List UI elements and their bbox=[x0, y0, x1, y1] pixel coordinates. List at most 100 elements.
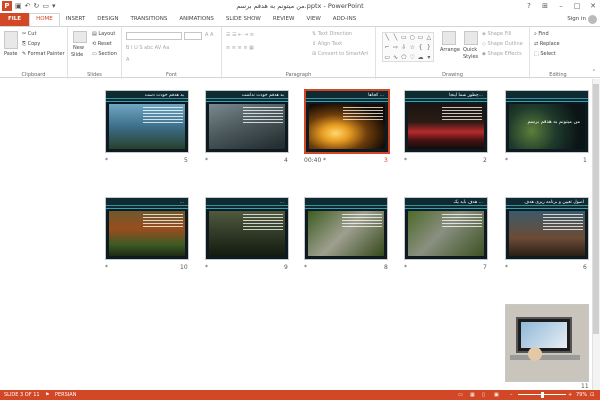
shapes-gallery[interactable]: ╲ ╲ ▭ ○ ▭ △ ⌐ ⇨ ⇩ ☆{} ▭ ∿ ⬠ ♡ ☁ ▾ bbox=[382, 32, 434, 62]
curve-shape-icon[interactable]: ∿ bbox=[391, 53, 399, 63]
more-shapes-icon[interactable]: ▾ bbox=[425, 53, 433, 63]
select-button[interactable]: ⬚ Select bbox=[534, 51, 556, 58]
new-slide-button-label[interactable]: Slide bbox=[71, 52, 83, 59]
grow-font-icon[interactable]: A A bbox=[205, 32, 213, 39]
zoom-slider-knob[interactable] bbox=[541, 392, 544, 398]
slide-thumbnail-8[interactable] bbox=[304, 197, 388, 260]
copy-button[interactable]: ⎘ Copy bbox=[22, 41, 40, 48]
alignment-icons[interactable]: ≡ ≡ ≡ ≡ ▦ bbox=[226, 45, 254, 52]
rectangle-shape-icon[interactable]: ▭ bbox=[383, 53, 391, 63]
sign-in-link[interactable]: Sign in bbox=[567, 13, 586, 26]
language-indicator[interactable]: PERSIAN bbox=[55, 390, 76, 400]
slide-thumbnail-1[interactable]: من میتونم به هدفم برسم bbox=[505, 90, 589, 153]
arrange-icon[interactable] bbox=[442, 31, 456, 45]
close-button[interactable]: ✕ bbox=[588, 0, 598, 12]
transition-icon[interactable]: * bbox=[404, 264, 407, 271]
tab-view[interactable]: VIEW bbox=[300, 13, 326, 26]
transition-icon[interactable]: * bbox=[205, 264, 208, 271]
format-painter-button[interactable]: ✎ Format Painter bbox=[22, 51, 65, 58]
ribbon-display-options-button[interactable]: ⊞ bbox=[540, 0, 550, 12]
help-button[interactable]: ? bbox=[524, 0, 534, 12]
font-color-icon[interactable]: A bbox=[126, 57, 129, 64]
slide-show-view-icon[interactable]: ▣ bbox=[494, 390, 499, 400]
minimize-button[interactable]: – bbox=[556, 0, 566, 12]
bullets-icon[interactable]: ☰ ☰ ⇤ ⇥ ≡ bbox=[226, 32, 254, 39]
arrow-shape-icon[interactable]: ⇩ bbox=[400, 43, 408, 53]
tab-insert[interactable]: INSERT bbox=[60, 13, 91, 26]
font-style-buttons[interactable]: B I U S abc AV Aa bbox=[126, 45, 169, 52]
line-shape-icon[interactable]: ╲ bbox=[383, 33, 391, 43]
slide-thumbnail-6[interactable]: اصول تعیین و برنامه ریزی هدف bbox=[505, 197, 589, 260]
collapse-ribbon-icon[interactable]: ⌃ bbox=[592, 69, 596, 76]
tab-home[interactable]: HOME bbox=[29, 13, 60, 26]
paste-icon[interactable] bbox=[4, 31, 18, 49]
transition-icon[interactable]: * bbox=[505, 264, 508, 271]
zoom-level[interactable]: 79% bbox=[576, 390, 587, 400]
triangle-shape-icon[interactable]: △ bbox=[425, 33, 433, 43]
slide-thumbnail-5[interactable]: به هدفم خودت دست bbox=[105, 90, 189, 153]
bracket-shape-icon[interactable]: { bbox=[416, 43, 424, 53]
zoom-out-icon[interactable]: – bbox=[510, 390, 513, 400]
align-text-button[interactable]: ⇕ Align Text bbox=[312, 41, 342, 48]
slide-thumbnail-7[interactable]: هدف باید یک ... bbox=[404, 197, 488, 260]
shape-effects-button[interactable]: ◆ Shape Effects bbox=[482, 51, 522, 58]
slide-thumbnail-2[interactable]: چطور شما اینجا... bbox=[404, 90, 488, 153]
find-button[interactable]: ⌕ Find bbox=[534, 31, 549, 38]
tab-design[interactable]: DESIGN bbox=[91, 13, 124, 26]
new-slide-button[interactable]: New bbox=[73, 45, 84, 52]
arrange-button[interactable]: Arrange bbox=[440, 47, 460, 54]
transition-icon[interactable]: * bbox=[505, 157, 508, 164]
scrollbar-thumb[interactable] bbox=[593, 84, 599, 334]
reset-button[interactable]: ⟲ Reset bbox=[92, 41, 112, 48]
section-button[interactable]: ▭ Section bbox=[92, 51, 117, 58]
text-direction-button[interactable]: ⇅ Text Direction bbox=[312, 31, 352, 38]
layout-button[interactable]: ▤ Layout bbox=[92, 31, 115, 38]
line-shape-icon[interactable]: ╲ bbox=[391, 33, 399, 43]
shape-fill-button[interactable]: ◈ Shape Fill bbox=[482, 31, 511, 38]
transition-icon[interactable]: * bbox=[304, 264, 307, 271]
normal-view-icon[interactable]: ▭ bbox=[458, 390, 463, 400]
oval-shape-icon[interactable]: ○ bbox=[408, 33, 416, 43]
slide-thumbnail-10[interactable]: ... bbox=[105, 197, 189, 260]
maximize-button[interactable]: □ bbox=[572, 0, 582, 12]
tab-add-ins[interactable]: ADD-INS bbox=[327, 13, 362, 26]
slide-thumbnail-4[interactable]: به هدفم خودت نداشت bbox=[205, 90, 289, 153]
transition-icon[interactable]: * bbox=[205, 157, 208, 164]
transition-icon[interactable]: * bbox=[404, 157, 407, 164]
bracket-shape-icon[interactable]: } bbox=[425, 43, 433, 53]
paste-button[interactable]: Paste bbox=[4, 51, 18, 58]
pentagon-shape-icon[interactable]: ⬠ bbox=[400, 53, 408, 63]
reading-view-icon[interactable]: ▯ bbox=[482, 390, 485, 400]
rectangle-shape-icon[interactable]: ▭ bbox=[416, 33, 424, 43]
tab-file[interactable]: FILE bbox=[0, 13, 30, 26]
tab-review[interactable]: REVIEW bbox=[267, 13, 301, 26]
transition-icon[interactable]: * bbox=[105, 264, 108, 271]
slide-thumbnail-9[interactable]: ... bbox=[205, 197, 289, 260]
zoom-in-icon[interactable]: + bbox=[568, 390, 572, 400]
spelling-check-icon[interactable]: ⚑ bbox=[45, 390, 49, 400]
star-shape-icon[interactable]: ☆ bbox=[408, 43, 416, 53]
quick-styles-button-label[interactable]: Styles bbox=[463, 54, 478, 61]
connector-shape-icon[interactable]: ⌐ bbox=[383, 43, 391, 53]
quick-styles-icon[interactable] bbox=[464, 31, 478, 45]
rectangle-shape-icon[interactable]: ▭ bbox=[400, 33, 408, 43]
font-name-dropdown[interactable] bbox=[126, 32, 182, 40]
account-avatar-icon[interactable] bbox=[588, 15, 597, 24]
tab-animations[interactable]: ANIMATIONS bbox=[173, 13, 220, 26]
shape-outline-button[interactable]: ◇ Shape Outline bbox=[482, 41, 523, 48]
cut-button[interactable]: ✂ Cut bbox=[22, 31, 36, 38]
slide-sorter-view-icon[interactable]: ▦ bbox=[470, 390, 475, 400]
slide-thumbnail-11[interactable] bbox=[505, 304, 589, 382]
slide-thumbnail-3[interactable]: کجاها ... bbox=[304, 89, 390, 154]
transition-icon[interactable]: * bbox=[323, 157, 326, 164]
font-size-dropdown[interactable] bbox=[184, 32, 202, 40]
cloud-shape-icon[interactable]: ☁ bbox=[416, 53, 424, 63]
convert-smartart-button[interactable]: ⊞ Convert to SmartArt bbox=[312, 51, 368, 58]
tab-transitions[interactable]: TRANSITIONS bbox=[124, 13, 173, 26]
heart-shape-icon[interactable]: ♡ bbox=[408, 53, 416, 63]
tab-slide-show[interactable]: SLIDE SHOW bbox=[220, 13, 267, 26]
fit-to-window-icon[interactable]: ⊡ bbox=[590, 390, 594, 400]
transition-icon[interactable]: * bbox=[105, 157, 108, 164]
replace-button[interactable]: ⇄ Replace bbox=[534, 41, 560, 48]
arrow-shape-icon[interactable]: ⇨ bbox=[391, 43, 399, 53]
